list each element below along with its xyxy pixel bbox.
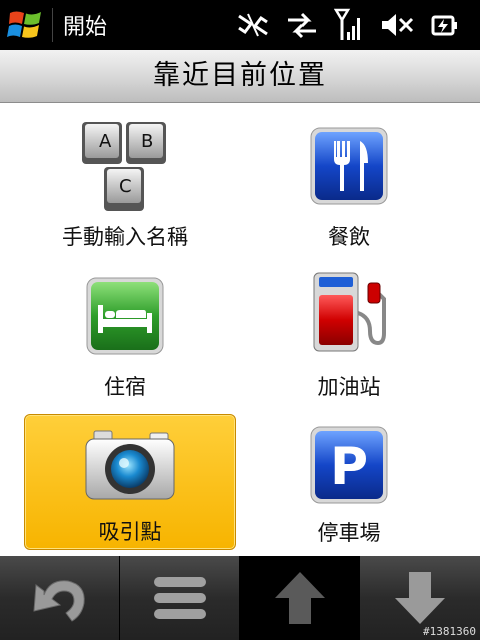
category-parking[interactable]: P 停車場 [244, 414, 454, 550]
signal-strength-icon[interactable] [334, 8, 364, 42]
status-bar: 開始 [0, 0, 480, 50]
data-transfer-icon[interactable] [286, 10, 318, 40]
category-gas-station[interactable]: 加油站 [244, 263, 454, 399]
scroll-down-icon [395, 572, 445, 624]
key-a-label: A [99, 131, 112, 152]
category-label: 停車場 [317, 521, 381, 545]
fuel-pump-icon [313, 272, 386, 352]
bed-icon [86, 277, 164, 355]
menu-button[interactable] [120, 556, 240, 640]
category-dining[interactable]: 餐飲 [244, 113, 454, 249]
category-label: 手動輸入名稱 [62, 225, 188, 249]
category-attractions[interactable]: 吸引點 [24, 414, 236, 550]
status-icons [236, 8, 460, 42]
network-disconnected-icon[interactable] [236, 10, 270, 40]
bottom-toolbar: #1381360 [0, 556, 480, 640]
category-label: 加油站 [317, 375, 381, 399]
parking-letter: P [330, 437, 368, 497]
poi-category-grid: A B C 手動輸入名稱 餐飲 住宿 加油站 吸引點 P 停車場 [0, 103, 480, 555]
category-lodging[interactable]: 住宿 [20, 263, 230, 399]
category-label: 餐飲 [328, 225, 370, 249]
scroll-up-button[interactable] [240, 556, 360, 640]
windows-start-icon[interactable] [6, 5, 46, 45]
battery-charging-icon[interactable] [430, 10, 460, 40]
volume-muted-icon[interactable] [380, 10, 414, 40]
watermark: #1381360 [423, 625, 476, 638]
start-divider [52, 8, 53, 42]
key-c-label: C [119, 176, 132, 197]
fork-knife-icon [310, 127, 388, 205]
category-label: 吸引點 [98, 520, 162, 544]
menu-icon [153, 577, 206, 619]
page-title: 靠近目前位置 [0, 50, 480, 103]
category-manual-name[interactable]: A B C 手動輸入名稱 [20, 113, 230, 249]
scroll-down-button[interactable]: #1381360 [360, 556, 480, 640]
key-b-label: B [141, 131, 153, 152]
abc-keys-icon: A B C [82, 122, 166, 211]
category-label: 住宿 [104, 375, 146, 399]
camera-icon [85, 430, 175, 500]
back-icon [32, 580, 85, 622]
scroll-up-icon [274, 572, 325, 624]
back-button[interactable] [0, 556, 120, 640]
start-label[interactable]: 開始 [63, 9, 107, 41]
parking-icon: P [310, 426, 388, 504]
